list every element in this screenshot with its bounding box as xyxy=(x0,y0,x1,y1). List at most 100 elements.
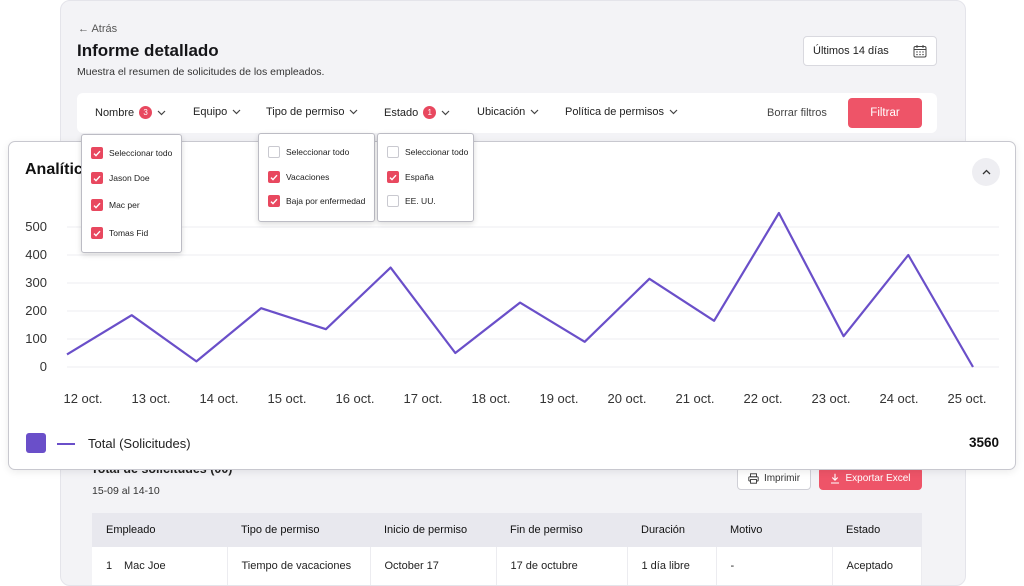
clear-filters-button[interactable]: Borrar filtros xyxy=(767,107,827,119)
print-button[interactable]: Imprimir xyxy=(737,467,811,490)
column-header[interactable]: Fin de permiso xyxy=(496,513,627,547)
x-tick-label: 22 oct. xyxy=(743,391,782,406)
y-tick-label: 0 xyxy=(40,359,47,374)
export-excel-button[interactable]: Exportar Excel xyxy=(819,467,922,490)
checkbox-checked[interactable] xyxy=(91,199,103,211)
filter-estado-count-badge: 1 xyxy=(423,106,437,119)
dropdown-option[interactable]: EE. UU. xyxy=(387,195,436,207)
column-header[interactable]: Tipo de permiso xyxy=(227,513,370,547)
checkbox-checked[interactable] xyxy=(91,172,103,184)
checkbox-unchecked[interactable] xyxy=(268,146,280,158)
export-label: Exportar Excel xyxy=(845,473,911,484)
dropdown-option-label: Seleccionar todo xyxy=(405,147,469,157)
dropdown-option[interactable]: Vacaciones xyxy=(268,171,329,183)
dropdown-option-label: Mac per xyxy=(109,200,140,210)
dropdown-option[interactable]: Seleccionar todo xyxy=(268,146,349,158)
filter-nombre[interactable]: Nombre 3 xyxy=(95,106,166,119)
table-cell: - xyxy=(716,547,833,585)
dropdown-option[interactable]: Seleccionar todo xyxy=(91,147,172,159)
checkbox-unchecked[interactable] xyxy=(387,195,399,207)
x-tick-label: 16 oct. xyxy=(335,391,374,406)
employee-name: Mac Joe xyxy=(124,560,166,572)
dropdown-option[interactable]: Tomas Fid xyxy=(91,227,148,239)
chevron-down-icon xyxy=(232,109,241,115)
dropdown-option[interactable]: España xyxy=(387,171,434,183)
apply-filter-button[interactable]: Filtrar xyxy=(848,98,922,128)
column-header[interactable]: Inicio de permiso xyxy=(370,513,496,547)
page-subtitle: Muestra el resumen de solicitudes de los… xyxy=(77,66,325,78)
chevron-down-icon xyxy=(441,110,450,115)
check-icon xyxy=(93,202,101,209)
checkbox-checked[interactable] xyxy=(268,171,280,183)
check-icon xyxy=(93,230,101,237)
column-header[interactable]: Estado xyxy=(832,513,922,547)
filter-bar: Nombre 3 Equipo Tipo de permiso Estado 1… xyxy=(77,93,937,133)
filter-equipo-label: Equipo xyxy=(193,106,228,118)
x-tick-label: 12 oct. xyxy=(63,391,102,406)
checkbox-checked[interactable] xyxy=(91,147,103,159)
x-tick-label: 13 oct. xyxy=(131,391,170,406)
x-tick-label: 21 oct. xyxy=(675,391,714,406)
x-tick-label: 25 oct. xyxy=(947,391,986,406)
y-tick-label: 200 xyxy=(25,303,47,318)
status-cell: Aceptado xyxy=(832,547,922,585)
printer-icon xyxy=(748,473,759,484)
dropdown-option-label: Tomas Fid xyxy=(109,228,149,238)
check-icon xyxy=(270,174,278,181)
filter-estado[interactable]: Estado 1 xyxy=(384,106,450,119)
check-icon xyxy=(270,198,278,205)
checkbox-checked[interactable] xyxy=(91,227,103,239)
calendar-icon xyxy=(913,45,927,58)
table-cell: October 17 xyxy=(370,547,497,585)
filter-tipo-permiso[interactable]: Tipo de permiso xyxy=(266,106,358,118)
dropdown-tipo-permiso: Seleccionar todo Vacaciones Baja por enfer… xyxy=(258,133,375,222)
row-number: 1 xyxy=(106,560,113,572)
x-tick-label: 24 oct. xyxy=(879,391,918,406)
date-range-value: Últimos 14 días xyxy=(813,45,889,57)
dropdown-nombre: Seleccionar todo Jason Doe Mac per Tomas Fi… xyxy=(81,134,182,253)
x-tick-label: 18 oct. xyxy=(471,391,510,406)
legend-label: Total (Solicitudes) xyxy=(88,436,191,451)
dropdown-option[interactable]: Seleccionar todo xyxy=(387,146,468,158)
x-tick-label: 20 oct. xyxy=(607,391,646,406)
table-cell: 17 de octubre xyxy=(496,547,628,585)
table-row[interactable]: 1 Mac Joe Tiempo de vacaciones October 17… xyxy=(92,547,922,585)
dropdown-option[interactable]: Baja por enfermedad xyxy=(268,195,365,207)
check-icon xyxy=(93,175,101,182)
legend-line-icon xyxy=(57,443,75,445)
check-icon xyxy=(389,174,397,181)
dropdown-option-label: Baja por enfermedad xyxy=(286,196,366,206)
y-tick-label: 100 xyxy=(25,331,47,346)
page-title: Informe detallado xyxy=(77,41,219,60)
y-tick-label: 400 xyxy=(25,247,47,262)
date-range-select[interactable]: Últimos 14 días xyxy=(803,36,937,66)
table-header-row: Empleado Tipo de permiso Inicio de permi… xyxy=(92,513,922,547)
column-header[interactable]: Empleado xyxy=(92,513,227,547)
y-tick-label: 300 xyxy=(25,275,47,290)
dropdown-option-label: España xyxy=(405,172,434,182)
filter-ubicacion-label: Ubicación xyxy=(477,106,526,118)
x-tick-label: 17 oct. xyxy=(403,391,442,406)
dropdown-option[interactable]: Jason Doe xyxy=(91,172,150,184)
column-header[interactable]: Motivo xyxy=(716,513,832,547)
x-tick-label: 19 oct. xyxy=(539,391,578,406)
column-header[interactable]: Duración xyxy=(627,513,716,547)
legend-color-swatch[interactable] xyxy=(26,433,46,453)
checkbox-checked[interactable] xyxy=(387,171,399,183)
dropdown-option-label: Seleccionar todo xyxy=(286,147,350,157)
chevron-down-icon xyxy=(669,109,678,115)
filter-nombre-label: Nombre xyxy=(95,106,135,119)
checkbox-checked[interactable] xyxy=(268,195,280,207)
back-link[interactable]: ← Atrás xyxy=(78,23,117,35)
dropdown-option[interactable]: Mac per xyxy=(91,199,140,211)
filter-politica[interactable]: Política de permisos xyxy=(565,106,678,118)
filter-equipo[interactable]: Equipo xyxy=(193,106,241,118)
filter-politica-label: Política de permisos xyxy=(565,106,665,118)
filter-ubicacion[interactable]: Ubicación xyxy=(477,106,539,118)
x-tick-label: 15 oct. xyxy=(267,391,306,406)
x-tick-label: 14 oct. xyxy=(199,391,238,406)
legend-total: 3560 xyxy=(968,435,999,450)
series-line xyxy=(66,211,974,368)
filter-nombre-count-badge: 3 xyxy=(139,106,153,119)
checkbox-unchecked[interactable] xyxy=(387,146,399,158)
